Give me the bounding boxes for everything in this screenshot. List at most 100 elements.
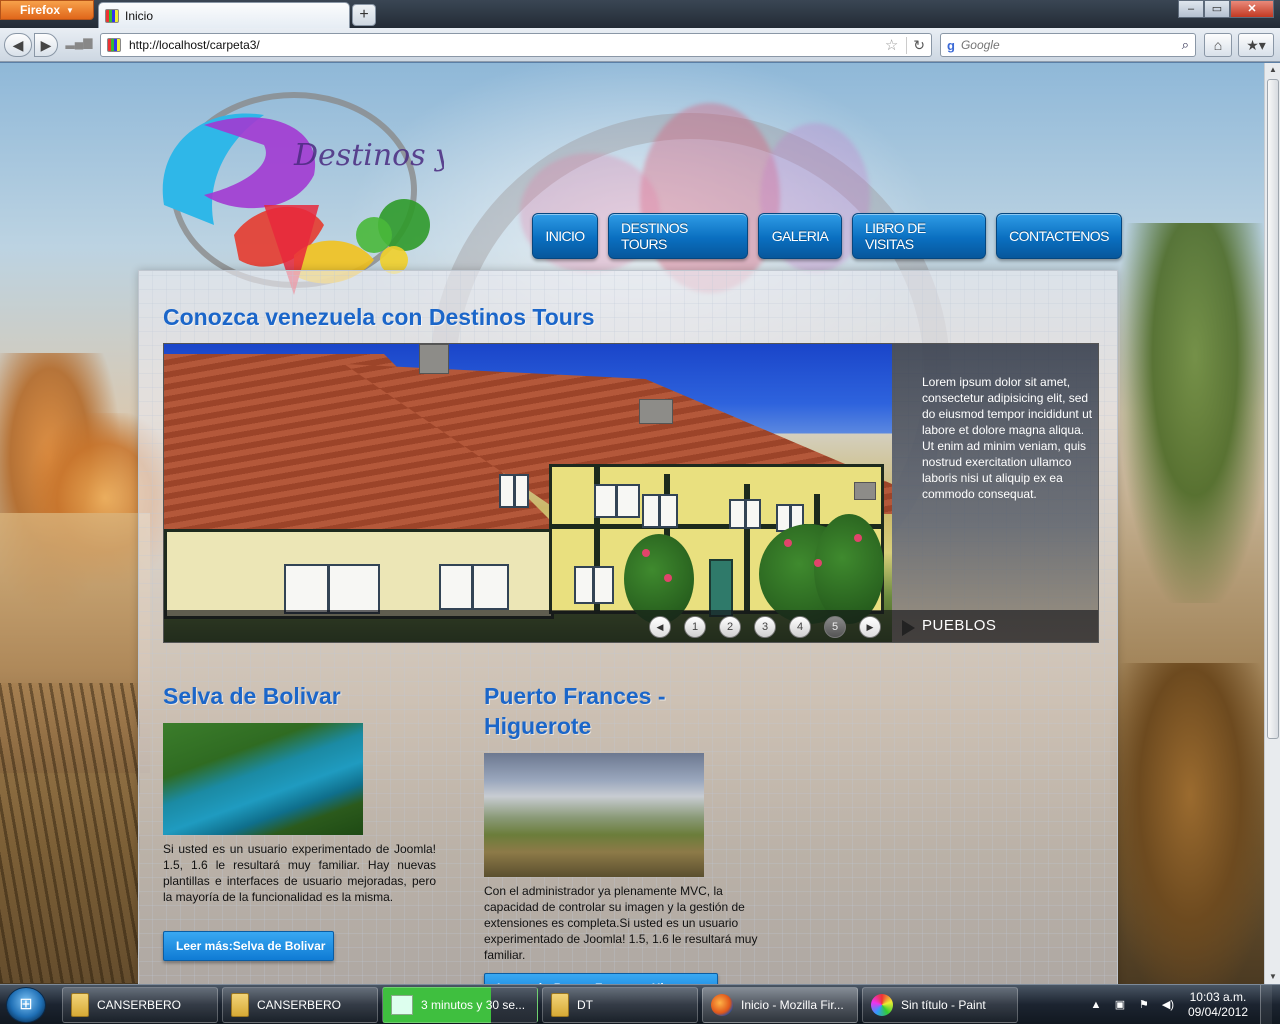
article-title[interactable]: Selva de Bolivar [163, 681, 463, 711]
taskbar-item[interactable]: Sin título - Paint [862, 987, 1018, 1023]
image-slider: Lorem ipsum dolor sit amet, consectetur … [163, 343, 1099, 643]
clock[interactable]: 10:03 a.m. 09/04/2012 [1184, 990, 1252, 1020]
scrollbar-thumb[interactable] [1267, 79, 1279, 739]
volume-icon[interactable]: ◀) [1160, 997, 1176, 1013]
flower [784, 539, 792, 547]
close-button[interactable]: ✕ [1230, 0, 1274, 18]
clock-time: 10:03 a.m. [1189, 990, 1247, 1004]
taskbar-item-label: Sin título - Paint [901, 998, 986, 1012]
plus-icon: + [359, 6, 369, 23]
slider-page-1[interactable]: 1 [684, 616, 706, 638]
search-icon[interactable]: ⌕ [1182, 37, 1189, 53]
slider-page-5[interactable]: 5 [824, 616, 846, 638]
article-image-puerto[interactable] [484, 753, 704, 877]
folder-icon [71, 993, 89, 1017]
main-menu: INICIO DESTINOS TOURS GALERIA LIBRO DE V… [532, 213, 1122, 259]
taskbar-item-label: CANSERBERO [97, 998, 182, 1012]
article-image-selva[interactable] [163, 723, 363, 835]
flower [664, 574, 672, 582]
taskbar-item-label: Inicio - Mozilla Fir... [741, 998, 844, 1012]
arrow-left-icon: ◀ [12, 37, 24, 53]
address-bar[interactable]: http://localhost/carpeta3/ ☆ ↻ [100, 33, 932, 57]
window [594, 484, 640, 518]
minimize-button[interactable]: – [1178, 0, 1204, 18]
tab-title: Inicio [125, 8, 154, 23]
rose-bush [814, 514, 884, 624]
slider-page-4[interactable]: 4 [789, 616, 811, 638]
forward-button[interactable]: ▶ [34, 33, 58, 57]
background-plant [1110, 663, 1264, 984]
google-engine-icon[interactable]: g [947, 38, 955, 53]
menu-item-contactenos[interactable]: CONTACTENOS [996, 213, 1122, 259]
read-more-button[interactable]: Leer más:Selva de Bolivar [163, 931, 334, 961]
logo-text: Destinos y Tours [293, 138, 444, 173]
scroll-up-arrow-icon[interactable]: ▲ [1265, 63, 1280, 77]
flower [642, 549, 650, 557]
slide-label: PUEBLOS [922, 617, 997, 634]
folder-icon [231, 993, 249, 1017]
show-hidden-icons-icon[interactable]: ▲ [1088, 997, 1104, 1013]
taskbar-item[interactable]: CANSERBERO [62, 987, 218, 1023]
window-controls: – ▭ ✕ [1178, 0, 1274, 18]
slider-next-button[interactable]: ▶ [859, 616, 881, 638]
vertical-scrollbar[interactable]: ▲ ▼ [1264, 63, 1280, 984]
site-identity-icon [107, 38, 121, 52]
firefox-menu-button[interactable]: Firefox ▼ [0, 0, 94, 20]
windows-taskbar: ⊞ CANSERBERO CANSERBERO 3 minutos y 30 s… [0, 984, 1280, 1024]
flower [854, 534, 862, 542]
door [709, 559, 733, 617]
window [284, 564, 380, 614]
reload-icon[interactable]: ↻ [906, 36, 925, 54]
menu-item-libro-de-visitas[interactable]: LIBRO DE VISITAS [852, 213, 986, 259]
menu-item-inicio[interactable]: INICIO [532, 213, 598, 259]
folder-icon [551, 993, 569, 1017]
slider-prev-button[interactable]: ◀ [649, 616, 671, 638]
tab-inicio[interactable]: Inicio [98, 2, 350, 28]
home-button[interactable]: ⌂ [1204, 33, 1232, 57]
taskbar-item[interactable]: 3 minutos y 30 se... [382, 987, 538, 1023]
chevron-down-icon: ▼ [66, 5, 74, 15]
start-button[interactable]: ⊞ [6, 987, 46, 1023]
slider-page-3[interactable]: 3 [754, 616, 776, 638]
page-title: Conozca venezuela con Destinos Tours [163, 304, 595, 330]
paint-icon [871, 994, 893, 1016]
taskbar-item[interactable]: DT [542, 987, 698, 1023]
scroll-down-arrow-icon[interactable]: ▼ [1265, 970, 1280, 984]
read-more-button[interactable]: Leer más:Puerto Frances - Higuerote [484, 973, 718, 984]
system-tray: ▲ ▣ ⚑ ◀) 10:03 a.m. 09/04/2012 [1088, 985, 1280, 1024]
chimney [854, 482, 876, 500]
url-text: http://localhost/carpeta3/ [129, 38, 260, 52]
watermark-blob [640, 103, 780, 293]
taskbar-item[interactable]: CANSERBERO [222, 987, 378, 1023]
taskbar-item-label: DT [577, 998, 593, 1012]
show-desktop-button[interactable] [1260, 985, 1272, 1024]
content-panel: Conozca venezuela con Destinos Tours Lor… [138, 270, 1118, 984]
favicon-icon [105, 8, 119, 23]
maximize-button[interactable]: ▭ [1204, 0, 1230, 18]
network-icon[interactable]: ▣ [1112, 997, 1128, 1013]
back-button[interactable]: ◀ [4, 33, 32, 57]
search-bar[interactable]: g ⌕ [940, 33, 1196, 57]
new-tab-button[interactable]: + [352, 4, 376, 26]
taskbar-item[interactable]: Inicio - Mozilla Fir... [702, 987, 858, 1023]
clock-date: 09/04/2012 [1187, 1005, 1248, 1019]
bookmarks-button[interactable]: ★▾ [1238, 33, 1274, 57]
background-reeds [0, 683, 140, 983]
bookmark-star-icon[interactable]: ☆ [885, 36, 898, 54]
slider-page-2[interactable]: 2 [719, 616, 741, 638]
article-text: Con el administrador ya plenamente MVC, … [484, 884, 758, 962]
window [642, 494, 678, 528]
menu-item-destinos-tours[interactable]: DESTINOS TOURS [608, 213, 748, 259]
slide-image-town[interactable] [164, 344, 892, 642]
action-center-icon[interactable]: ⚑ [1136, 997, 1152, 1013]
menu-item-galeria[interactable]: GALERIA [758, 213, 842, 259]
window [574, 566, 614, 604]
window [439, 564, 509, 610]
firefox-icon [711, 994, 733, 1016]
search-input[interactable] [960, 38, 1176, 52]
bookmarks-icon: ★▾ [1246, 37, 1266, 53]
play-icon[interactable] [902, 620, 915, 636]
article-title[interactable]: Puerto Frances - Higuerote [484, 681, 714, 741]
chimney [639, 399, 673, 424]
taskbar-item-label: 3 minutos y 30 se... [421, 998, 526, 1012]
